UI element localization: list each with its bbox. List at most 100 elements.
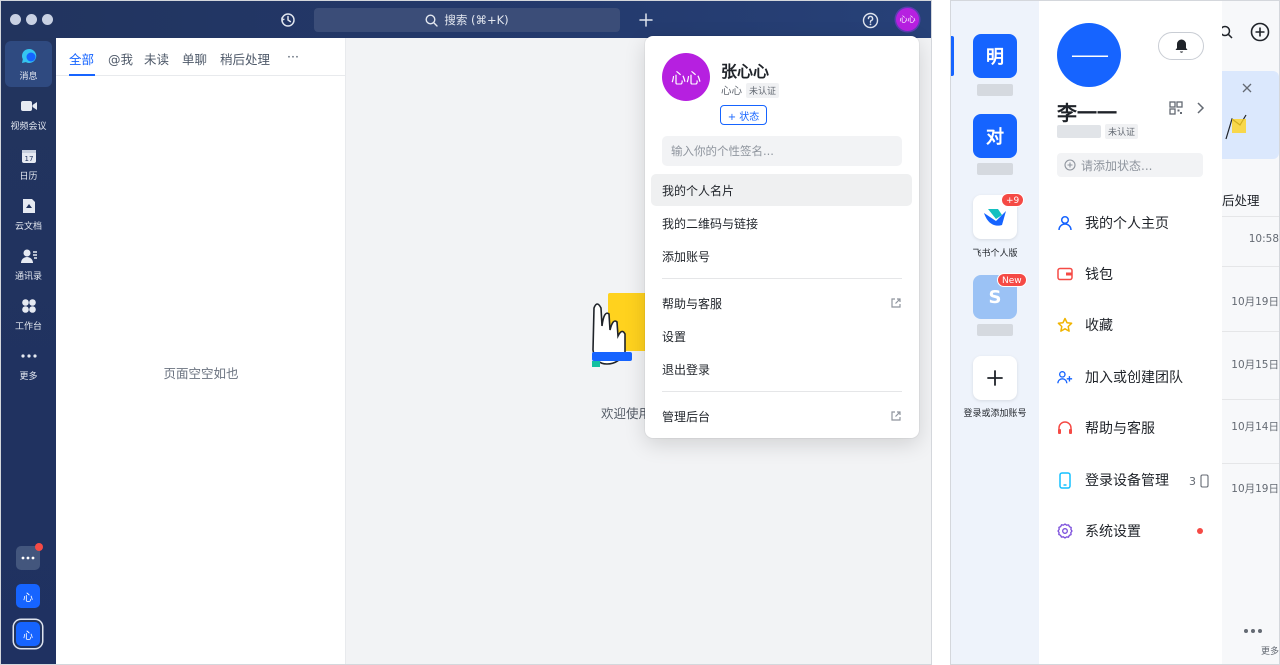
search-input[interactable]: 搜索 (⌘+K) <box>314 8 620 32</box>
history-icon <box>281 13 295 27</box>
menu-item-label: 管理后台 <box>662 409 711 424</box>
menu-item-favorites[interactable]: 收藏 <box>1057 310 1217 340</box>
rail-more-apps-button[interactable] <box>16 543 43 570</box>
window-close-dot[interactable] <box>10 14 21 25</box>
search-icon[interactable] <box>1222 25 1234 39</box>
menu-item-label: 帮助与客服 <box>662 296 723 311</box>
rail-app-button[interactable]: 心 <box>16 584 40 608</box>
workplace-icon <box>20 297 38 315</box>
search-icon <box>425 13 439 27</box>
plus-circle-icon[interactable] <box>1250 22 1270 42</box>
tab-unread[interactable]: 未读 <box>144 49 169 68</box>
rail-item-calendar[interactable]: 17 日历 <box>5 141 52 187</box>
profile-name: 张心心 <box>721 62 770 81</box>
contacts-icon <box>20 247 38 265</box>
external-link-icon <box>891 411 901 421</box>
rail-label: 消息 <box>19 71 38 82</box>
wallet-icon <box>1057 266 1073 282</box>
menu-item-profile-card[interactable]: 我的个人名片 <box>651 174 912 206</box>
add-status-input[interactable]: 请添加状态... <box>1057 153 1203 177</box>
history-button[interactable] <box>277 9 299 31</box>
rail-current-account-button[interactable]: 心 <box>16 622 40 646</box>
rail-label: 工作台 <box>14 321 42 332</box>
add-account-label: 登录或添加账号 <box>963 409 1027 419</box>
create-button[interactable] <box>635 9 657 31</box>
menu-item-qr-link[interactable]: 我的二维码与链接 <box>651 207 912 239</box>
more-label: 更多 <box>1260 647 1279 657</box>
tab-later[interactable]: 稍后处理 <box>220 49 270 68</box>
list-divider <box>1222 216 1279 217</box>
desktop-window: 搜索 (⌘+K) 心心 消息 视频会议 17 日历 云文档 通讯录 工作台 更多… <box>0 0 932 665</box>
rail-item-more[interactable]: 更多 <box>5 341 52 387</box>
tab-all[interactable]: 全部 <box>69 49 94 68</box>
user-avatar-button[interactable]: 心心 <box>896 8 919 31</box>
rail-item-workplace[interactable]: 工作台 <box>5 291 52 337</box>
menu-item-settings[interactable]: 设置 <box>651 320 912 352</box>
tab-more[interactable]: ··· <box>287 49 299 64</box>
external-link-icon <box>891 298 901 308</box>
account-switcher: 明 对 +9 飞书个人版 S New 登录或添加账号 <box>951 1 1039 664</box>
account-item-ming[interactable]: 明 <box>973 34 1017 78</box>
menu-item-settings[interactable]: 系统设置 <box>1057 516 1217 546</box>
profile-panel: —— 李一一 未认证 请添加状态... 我的个人主页 钱包 收藏 加入或创建团队… <box>1039 1 1222 664</box>
close-icon[interactable] <box>1242 83 1252 93</box>
menu-item-label: 加入或创建团队 <box>1085 370 1183 386</box>
rail-item-messages[interactable]: 消息 <box>5 41 52 87</box>
window-minimize-dot[interactable] <box>26 14 37 25</box>
tab-later-partial[interactable]: 后处理 <box>1222 190 1260 209</box>
status-placeholder: 请添加状态... <box>1081 158 1153 173</box>
tab-direct[interactable]: 单聊 <box>182 49 207 68</box>
nickname-redacted <box>1057 125 1101 138</box>
qr-code-icon[interactable] <box>1169 101 1183 115</box>
profile-avatar[interactable]: 心心 <box>662 53 710 101</box>
menu-item-help[interactable]: 帮助与客服 <box>651 287 912 319</box>
account-item-dui[interactable]: 对 <box>973 114 1017 158</box>
menu-item-team[interactable]: 加入或创建团队 <box>1057 362 1217 392</box>
menu-item-add-account[interactable]: 添加账号 <box>651 240 912 272</box>
mobile-window: 明 对 +9 飞书个人版 S New 登录或添加账号 —— 李一一 未认证 请添 <box>950 0 1280 665</box>
menu-item-wallet[interactable]: 钱包 <box>1057 259 1217 289</box>
rail-item-docs[interactable]: 云文档 <box>5 191 52 237</box>
active-account-indicator <box>951 36 954 76</box>
account-label: 飞书个人版 <box>972 249 1018 259</box>
question-icon <box>862 12 878 28</box>
tab-mentions[interactable]: @我 <box>108 49 133 68</box>
title-bar: 搜索 (⌘+K) 心心 <box>1 1 931 38</box>
empty-state-text: 页面空空如也 <box>163 366 239 381</box>
add-account-button[interactable] <box>973 356 1017 400</box>
menu-item-label: 收藏 <box>1085 318 1113 334</box>
background-chat-list: 后处理 10:58 10月19日 10月15日 10月14日 10月19日 更多 <box>1222 1 1279 664</box>
help-button[interactable] <box>859 9 881 31</box>
menu-item-logout[interactable]: 退出登录 <box>651 353 912 385</box>
list-divider <box>1222 399 1279 400</box>
device-count-value: 3 <box>1189 474 1196 488</box>
signature-input[interactable] <box>662 136 902 166</box>
list-divider <box>1222 331 1279 332</box>
settings-icon <box>1057 523 1073 539</box>
profile-name: 李一一 <box>1057 101 1117 125</box>
account-name-redacted <box>977 84 1013 96</box>
list-divider <box>1222 463 1279 464</box>
profile-subtitle: 未认证 <box>1057 124 1139 139</box>
more-icon[interactable] <box>1243 628 1263 634</box>
add-status-button[interactable]: + 状态 <box>720 105 767 125</box>
chevron-right-icon[interactable] <box>1194 101 1206 115</box>
menu-item-label: 帮助与客服 <box>1085 421 1155 437</box>
profile-avatar[interactable]: —— <box>1057 23 1121 87</box>
account-name-redacted <box>977 324 1013 336</box>
notification-dot <box>35 543 43 551</box>
lark-logo-icon <box>984 209 1006 226</box>
rail-item-contacts[interactable]: 通讯录 <box>5 241 52 287</box>
phone-icon <box>1200 474 1209 488</box>
window-zoom-dot[interactable] <box>42 14 53 25</box>
menu-item-admin[interactable]: 管理后台 <box>651 400 912 432</box>
more-icon <box>20 347 38 365</box>
menu-item-help[interactable]: 帮助与客服 <box>1057 413 1217 443</box>
unread-badge: +9 <box>1001 193 1025 207</box>
list-divider <box>1222 266 1279 267</box>
menu-divider <box>662 391 902 392</box>
notification-button[interactable] <box>1158 32 1204 60</box>
rail-item-video[interactable]: 视频会议 <box>5 91 52 137</box>
message-icon <box>20 47 38 65</box>
menu-item-homepage[interactable]: 我的个人主页 <box>1057 208 1217 238</box>
